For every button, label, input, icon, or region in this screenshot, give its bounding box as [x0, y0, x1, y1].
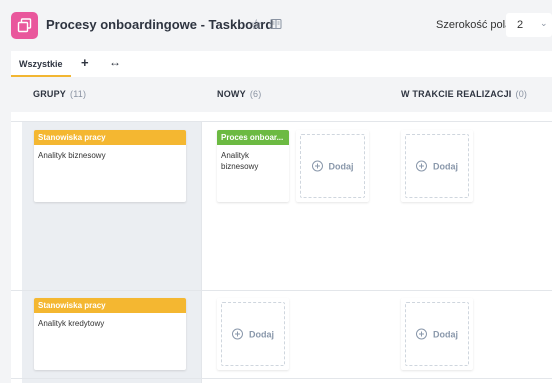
card-text: Analityk biznesowy: [38, 151, 106, 160]
row-divider: [11, 378, 552, 379]
add-label: Dodaj: [432, 161, 459, 171]
page-title: Procesy onboardingowe - Taskboard: [46, 17, 274, 32]
column-title: W TRAKCIE REALIZACJI: [401, 89, 512, 99]
column-header-groups: GRUPY (11): [33, 89, 86, 99]
view-tabs: Wszystkie + ↔: [11, 51, 552, 77]
field-width-value: 2: [517, 19, 524, 31]
column-title: GRUPY: [33, 89, 67, 99]
add-button[interactable]: Dodaj: [311, 160, 354, 172]
field-width-select[interactable]: 2 ⌄: [506, 13, 552, 37]
row-divider: [11, 290, 552, 291]
add-button[interactable]: Dodaj: [231, 328, 275, 340]
group-card[interactable]: Stanowiska pracy Analityk biznesowy: [34, 130, 186, 202]
card-text: Analityk biznesowy: [221, 151, 259, 171]
add-view-button[interactable]: +: [81, 55, 89, 70]
add-card-slot[interactable]: Dodaj: [217, 298, 289, 370]
column-count: (6): [249, 89, 262, 99]
card-tag: Stanowiska pracy: [34, 298, 186, 313]
column-header-new: NOWY (6): [217, 89, 261, 99]
group-card[interactable]: Stanowiska pracy Analityk kredytowy: [34, 298, 186, 370]
add-card-slot[interactable]: Dodaj: [401, 298, 473, 370]
column-header-in-progress: W TRAKCIE REALIZACJI (0): [401, 89, 527, 99]
card-tag: Proces onboar...: [217, 130, 289, 145]
task-card[interactable]: Proces onboar... Analityk biznesowy: [217, 130, 289, 202]
add-card-slot[interactable]: Dodaj: [401, 130, 473, 202]
add-label: Dodaj: [432, 329, 459, 339]
field-width-label: Szerokość pola: [436, 19, 512, 31]
plus-circle-icon: [415, 328, 427, 340]
add-button[interactable]: Dodaj: [415, 328, 459, 340]
add-button[interactable]: Dodaj: [415, 160, 459, 172]
column-count: (11): [70, 89, 87, 99]
add-label: Dodaj: [248, 329, 275, 339]
row-divider: [11, 121, 552, 122]
chevron-down-icon: ⌄: [540, 18, 548, 28]
taskboard-app-icon: [11, 12, 38, 39]
star-icon[interactable]: ☆: [250, 16, 263, 32]
active-tab-indicator: [11, 75, 71, 77]
column-divider: [201, 122, 202, 383]
column-title: NOWY: [217, 89, 246, 99]
card-tag: Stanowiska pracy: [34, 130, 186, 145]
tab-all[interactable]: Wszystkie: [19, 59, 63, 69]
column-count: (0): [515, 89, 528, 99]
card-text: Analityk kredytowy: [38, 319, 105, 328]
plus-circle-icon: [311, 160, 323, 172]
expand-icon[interactable]: ↔: [109, 55, 121, 69]
plus-circle-icon: [415, 160, 427, 172]
add-card-slot[interactable]: Dodaj: [296, 130, 369, 202]
app-header: Procesy onboardingowe - Taskboard ☆ Szer…: [0, 0, 552, 50]
plus-circle-icon: [231, 328, 243, 340]
add-label: Dodaj: [328, 161, 354, 171]
book-icon[interactable]: [270, 17, 282, 29]
